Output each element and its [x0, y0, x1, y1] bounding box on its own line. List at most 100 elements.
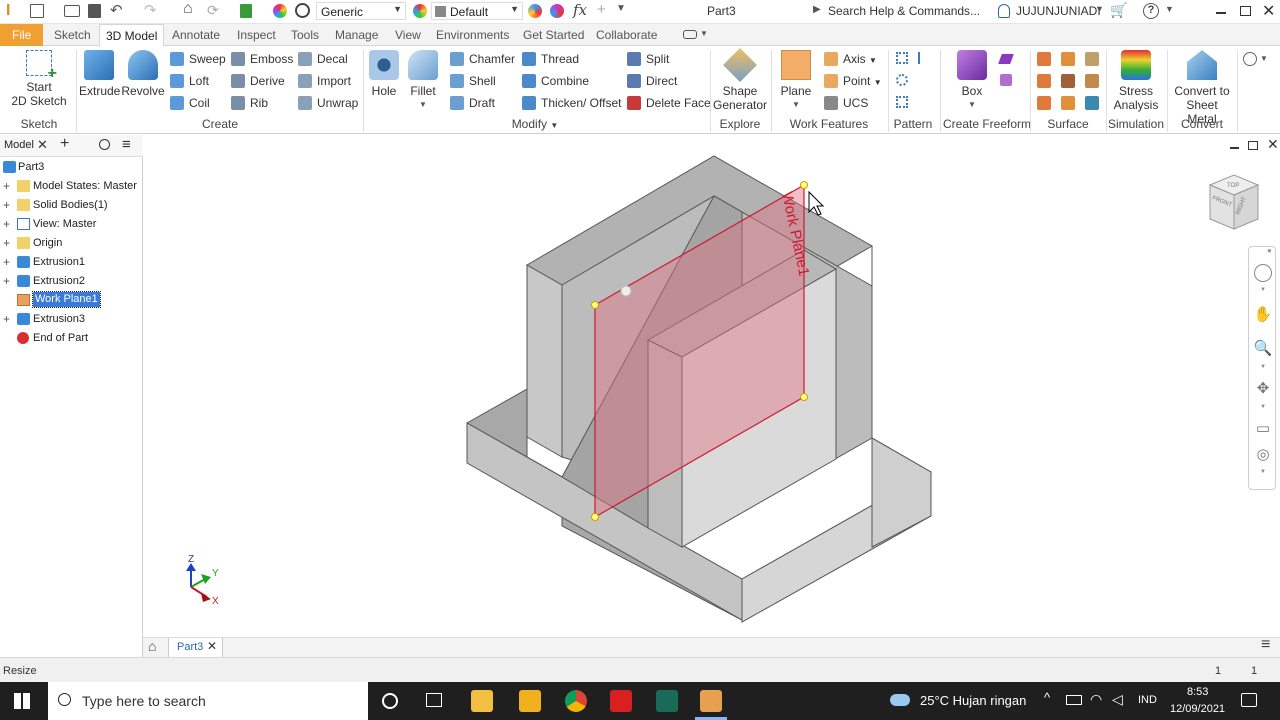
circular-pattern-icon[interactable] — [896, 74, 908, 86]
save-icon[interactable] — [88, 4, 101, 18]
freeform-tool-icon[interactable] — [1000, 74, 1012, 86]
battery-icon[interactable] — [1066, 695, 1082, 705]
close-icon[interactable]: ✕ — [37, 137, 48, 153]
look-at-icon[interactable]: ◎ — [1253, 445, 1273, 465]
patch-icon[interactable] — [1085, 52, 1099, 66]
new-file-icon[interactable] — [30, 4, 44, 18]
browser-tab-model[interactable]: Model — [4, 139, 34, 151]
thicken-surface-icon[interactable] — [1037, 52, 1051, 66]
plus-icon[interactable]: + — [597, 1, 606, 18]
thicken-offset-button[interactable]: Thicken/ Offset — [522, 93, 621, 113]
home-icon[interactable]: ⌂ — [148, 638, 156, 654]
color-wheel-icon[interactable] — [273, 4, 287, 18]
clock-date[interactable]: 12/09/2021 — [1170, 703, 1225, 715]
file-explorer-icon[interactable] — [471, 690, 493, 712]
open-folder-icon[interactable] — [64, 5, 80, 17]
point-button[interactable]: Point ▼ — [824, 71, 882, 91]
weather-text[interactable]: 25°C Hujan ringan — [920, 693, 1026, 708]
combine-button[interactable]: Combine — [522, 71, 589, 91]
ucs-button[interactable]: UCS — [824, 93, 868, 113]
rectangular-pattern-icon[interactable] — [896, 52, 908, 64]
tab-3d-model[interactable]: 3D Model — [99, 24, 165, 47]
split-button[interactable]: Split — [627, 49, 669, 69]
emboss-button[interactable]: Emboss — [231, 49, 293, 69]
tab-inspect[interactable]: Inspect — [231, 24, 282, 46]
tab-sketch[interactable]: Sketch — [48, 24, 97, 46]
replace-face-icon[interactable] — [1061, 96, 1075, 110]
notification-icon[interactable] — [1241, 693, 1257, 707]
menu-icon[interactable]: ≡ — [1261, 636, 1270, 654]
stitch-icon[interactable] — [1061, 52, 1075, 66]
shape-generator-button[interactable]: Shape Generator — [713, 48, 767, 112]
video-editor-icon[interactable] — [656, 690, 678, 712]
appearance-dropdown[interactable]: Default ▼ — [431, 2, 523, 20]
chrome-icon[interactable] — [565, 690, 587, 712]
update-icon[interactable]: ⟳ — [207, 2, 219, 19]
tab-collaborate[interactable]: Collaborate — [590, 24, 663, 46]
expand-icon[interactable]: + — [3, 234, 13, 252]
back-wall-front-face[interactable] — [526, 264, 563, 458]
plane-button[interactable]: Plane ▼ — [776, 50, 816, 112]
orbit-icon[interactable]: ✥ — [1253, 379, 1273, 399]
model-canvas[interactable]: Work Plane1 Z Y X FRONT TOP RIGHT — [145, 135, 1280, 637]
zoom-icon[interactable]: 🔍 — [1253, 339, 1273, 359]
clear-override-icon[interactable] — [295, 3, 310, 18]
repair-icon[interactable] — [1085, 96, 1099, 110]
close-icon[interactable]: ● — [1267, 246, 1272, 255]
fx-icon[interactable]: fx — [573, 1, 587, 19]
select-icon[interactable] — [240, 4, 252, 18]
help-icon[interactable]: ? — [1143, 3, 1159, 19]
panel-title-modify[interactable]: Modify ▼ — [490, 116, 580, 132]
extend-icon[interactable] — [1085, 74, 1099, 88]
redo-icon[interactable]: ↷ — [144, 1, 157, 19]
delete-face-button[interactable]: Delete Face — [627, 93, 711, 113]
windows-start-icon[interactable] — [14, 693, 30, 709]
tab-get-started[interactable]: Get Started — [517, 24, 590, 46]
chamfer-button[interactable]: Chamfer — [450, 49, 515, 69]
thread-button[interactable]: Thread — [522, 49, 579, 69]
adjust-icon[interactable] — [528, 4, 542, 18]
chevron-down-icon[interactable]: ▼ — [1260, 404, 1266, 410]
graphics-viewport[interactable]: Work Plane1 Z Y X FRONT TOP RIGHT ✕ — [145, 135, 1280, 637]
minimize-icon[interactable] — [1216, 12, 1226, 14]
tab-file[interactable]: File — [0, 24, 44, 46]
fillet-button[interactable]: Fillet ▼ — [405, 50, 441, 112]
view-face-icon[interactable]: ▭ — [1253, 419, 1273, 439]
expand-icon[interactable]: + — [3, 215, 13, 233]
chevron-down-icon[interactable]: ▼ — [1165, 4, 1174, 14]
tab-view[interactable]: View — [389, 24, 427, 46]
box-button[interactable]: Box ▼ — [952, 50, 992, 112]
sweep-button[interactable]: Sweep — [170, 49, 226, 69]
inventor-logo-icon[interactable]: I — [6, 2, 10, 20]
search-expand-icon[interactable]: ▶ — [813, 4, 821, 15]
expand-icon[interactable]: + — [3, 177, 13, 195]
steering-wheel-icon[interactable] — [1254, 264, 1272, 282]
doc-tab-part3[interactable]: Part3 ✕ — [168, 638, 223, 657]
loft-button[interactable]: Loft — [170, 71, 209, 91]
expand-icon[interactable]: + — [3, 310, 13, 328]
work-plane-corner-handle[interactable] — [800, 181, 808, 189]
work-plane-corner-handle[interactable] — [591, 513, 599, 521]
ribbon-options-icon[interactable] — [1243, 52, 1257, 66]
viewport-restore-icon[interactable] — [1248, 141, 1258, 150]
axis-button[interactable]: Axis ▼ — [824, 49, 877, 69]
chevron-up-icon[interactable]: ^ — [1044, 690, 1050, 705]
wifi-icon[interactable]: ◠ — [1090, 691, 1102, 708]
pan-hand-icon[interactable]: ✋ — [1253, 305, 1273, 325]
back-wall-right-face[interactable] — [871, 246, 932, 548]
stress-analysis-button[interactable]: Stress Analysis — [1110, 50, 1162, 112]
hole-button[interactable]: Hole — [366, 50, 402, 98]
customize-chevron-icon[interactable]: ▼ — [616, 3, 626, 14]
clock-time[interactable]: 8:53 — [1187, 686, 1208, 698]
draft-button[interactable]: Draft — [450, 93, 495, 113]
tab-environments[interactable]: Environments — [430, 24, 515, 46]
language-indicator[interactable]: IND — [1138, 694, 1157, 706]
derive-button[interactable]: Derive — [231, 71, 285, 91]
revolve-button[interactable]: Revolve — [121, 50, 165, 98]
help-search-input[interactable]: Search Help & Commands... — [824, 2, 994, 20]
volume-icon[interactable]: ◁ — [1112, 691, 1123, 708]
chevron-down-icon[interactable]: ▼ — [1260, 54, 1268, 63]
tab-tools[interactable]: Tools — [285, 24, 325, 46]
shell-button[interactable]: Shell — [450, 71, 496, 91]
rib-button[interactable]: Rib — [231, 93, 268, 113]
